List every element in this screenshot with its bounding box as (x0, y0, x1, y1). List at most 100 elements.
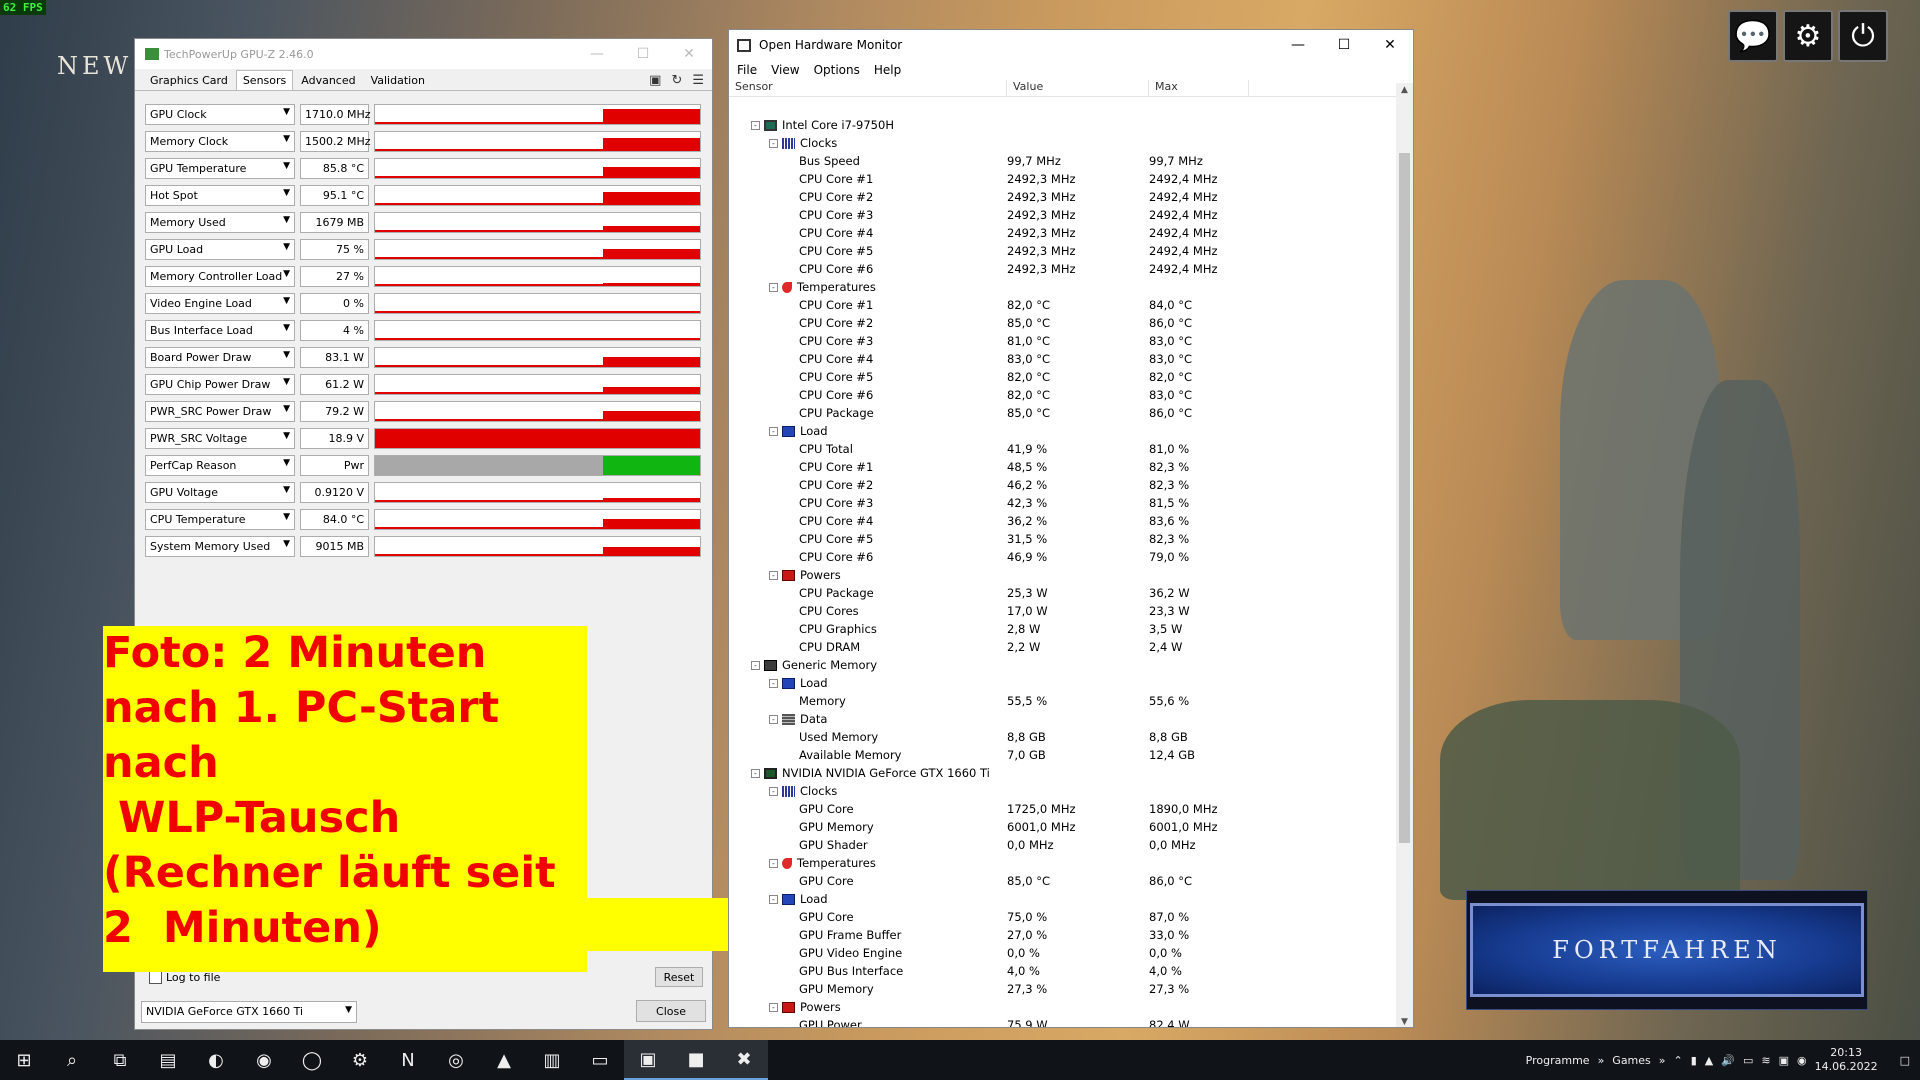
sensor-name-select[interactable]: GPU Clock ▼ (145, 104, 295, 125)
settings-gear-icon[interactable]: ⚙ (1783, 10, 1833, 62)
sensor-name-select[interactable]: PerfCap Reason ▼ (145, 455, 295, 476)
collapse-toggle-icon[interactable]: - (769, 786, 778, 796)
tree-row[interactable]: - Load (729, 890, 1397, 908)
tree-row[interactable]: CPU Package 25,3 W 36,2 W (729, 584, 1397, 602)
steam-tray-icon[interactable]: ◉ (1797, 1054, 1807, 1067)
menu-icon[interactable]: ☰ (692, 73, 704, 88)
collapse-toggle-icon[interactable]: - (751, 120, 760, 130)
tree-row[interactable]: CPU DRAM 2,2 W 2,4 W (729, 638, 1397, 656)
steam-icon[interactable]: ◎ (432, 1040, 480, 1080)
sensor-name-select[interactable]: Memory Controller Load ▼ (145, 266, 295, 287)
minimize-button[interactable]: — (574, 46, 620, 62)
collapse-toggle-icon[interactable]: - (769, 282, 778, 292)
tree-row[interactable]: CPU Core #1 48,5 % 82,3 % (729, 458, 1397, 476)
window-app-icon[interactable]: ▭ (576, 1040, 624, 1080)
file-explorer-icon[interactable]: ▤ (144, 1040, 192, 1080)
collapse-toggle-icon[interactable]: - (751, 768, 760, 778)
tree-row[interactable]: CPU Total 41,9 % 81,0 % (729, 440, 1397, 458)
collapse-toggle-icon[interactable]: - (769, 858, 778, 868)
tree-row[interactable]: CPU Core #2 2492,3 MHz 2492,4 MHz (729, 188, 1397, 206)
power-icon[interactable]: ⏻ (1838, 10, 1888, 62)
collapse-toggle-icon[interactable]: - (769, 714, 778, 724)
collapse-toggle-icon[interactable]: - (751, 660, 760, 670)
wifi-icon[interactable]: ≋ (1761, 1054, 1770, 1067)
tree-row[interactable]: - Load (729, 422, 1397, 440)
tree-row[interactable]: - Temperatures (729, 854, 1397, 872)
collapse-toggle-icon[interactable]: - (769, 1002, 778, 1012)
vertical-scrollbar[interactable]: ▲ ▼ (1396, 83, 1413, 1027)
maximize-button[interactable]: ☐ (1321, 37, 1367, 53)
sensor-name-select[interactable]: Hot Spot ▼ (145, 185, 295, 206)
opera-icon[interactable]: ◯ (288, 1040, 336, 1080)
tree-row[interactable]: CPU Core #3 42,3 % 81,5 % (729, 494, 1397, 512)
log-to-file-checkbox[interactable] (149, 971, 162, 984)
menu-view[interactable]: View (771, 63, 799, 77)
tree-row[interactable]: CPU Package 85,0 °C 86,0 °C (729, 404, 1397, 422)
collapse-toggle-icon[interactable]: - (769, 570, 778, 580)
collapse-toggle-icon[interactable]: - (769, 678, 778, 688)
gpu-z-taskbar-icon[interactable]: ▣ (624, 1040, 672, 1080)
close-button[interactable]: ✕ (666, 46, 712, 62)
tree-row[interactable]: Bus Speed 99,7 MHz 99,7 MHz (729, 152, 1397, 170)
notes-app-icon[interactable]: N (384, 1040, 432, 1080)
show-hidden-icons-icon[interactable]: ⌃ (1674, 1054, 1683, 1067)
tree-row[interactable]: CPU Core #6 82,0 °C 83,0 °C (729, 386, 1397, 404)
sensor-name-select[interactable]: Bus Interface Load ▼ (145, 320, 295, 341)
sensor-name-select[interactable]: System Memory Used ▼ (145, 536, 295, 557)
tree-row[interactable]: CPU Core #5 82,0 °C 82,0 °C (729, 368, 1397, 386)
tree-row[interactable]: - Powers (729, 998, 1397, 1016)
column-max[interactable]: Max (1149, 80, 1249, 96)
tree-row[interactable]: - Temperatures (729, 278, 1397, 296)
app-icon[interactable]: ⚙ (336, 1040, 384, 1080)
tree-row[interactable]: CPU Graphics 2,8 W 3,5 W (729, 620, 1397, 638)
tree-row[interactable]: CPU Core #4 2492,3 MHz 2492,4 MHz (729, 224, 1397, 242)
tab-graphics-card[interactable]: Graphics Card (143, 70, 235, 90)
clock[interactable]: 20:13 14.06.2022 (1815, 1046, 1878, 1074)
tree-row[interactable]: Used Memory 8,8 GB 8,8 GB (729, 728, 1397, 746)
toolbar-games[interactable]: Games (1612, 1054, 1650, 1067)
tree-row[interactable]: - Clocks (729, 782, 1397, 800)
tree-row[interactable]: GPU Core 75,0 % 87,0 % (729, 908, 1397, 926)
game-taskbar-icon[interactable]: ✖ (720, 1040, 768, 1080)
tree-row[interactable]: GPU Video Engine 0,0 % 0,0 % (729, 944, 1397, 962)
tree-row[interactable]: CPU Core #6 2492,3 MHz 2492,4 MHz (729, 260, 1397, 278)
camera-icon[interactable]: ▣ (649, 73, 661, 88)
sensor-name-select[interactable]: PWR_SRC Power Draw ▼ (145, 401, 295, 422)
tree-row[interactable]: CPU Core #4 36,2 % 83,6 % (729, 512, 1397, 530)
tree-row[interactable]: CPU Core #3 2492,3 MHz 2492,4 MHz (729, 206, 1397, 224)
sensor-name-select[interactable]: CPU Temperature ▼ (145, 509, 295, 530)
nvidia-tray-icon[interactable]: ▲ (1705, 1054, 1713, 1067)
toolbar-programs[interactable]: Programme (1526, 1054, 1590, 1067)
menu-file[interactable]: File (737, 63, 757, 77)
tree-row[interactable]: - Data (729, 710, 1397, 728)
tree-row[interactable]: CPU Core #3 81,0 °C 83,0 °C (729, 332, 1397, 350)
tree-row[interactable]: CPU Core #2 46,2 % 82,3 % (729, 476, 1397, 494)
tree-row[interactable]: CPU Core #5 2492,3 MHz 2492,4 MHz (729, 242, 1397, 260)
tree-row[interactable]: GPU Memory 6001,0 MHz 6001,0 MHz (729, 818, 1397, 836)
search-icon[interactable]: ⌕ (48, 1040, 96, 1080)
sensor-name-select[interactable]: GPU Load ▼ (145, 239, 295, 260)
tree-row[interactable]: - Load (729, 674, 1397, 692)
maps-app-icon[interactable]: ▲ (480, 1040, 528, 1080)
menu-options[interactable]: Options (814, 63, 860, 77)
windows-start-icon[interactable]: ⊞ (0, 1040, 48, 1080)
sensor-name-select[interactable]: GPU Temperature ▼ (145, 158, 295, 179)
tree-row[interactable]: Memory 55,5 % 55,6 % (729, 692, 1397, 710)
tree-row[interactable]: Available Memory 7,0 GB 12,4 GB (729, 746, 1397, 764)
sensor-name-select[interactable]: GPU Chip Power Draw ▼ (145, 374, 295, 395)
scroll-down-icon[interactable]: ▼ (1396, 1017, 1413, 1027)
tree-row[interactable]: GPU Frame Buffer 27,0 % 33,0 % (729, 926, 1397, 944)
gpuz-titlebar[interactable]: TechPowerUp GPU-Z 2.46.0 — ☐ ✕ (135, 39, 712, 69)
sensor-name-select[interactable]: Memory Clock ▼ (145, 131, 295, 152)
task-view-icon[interactable]: ⧉ (96, 1040, 144, 1080)
ohm-titlebar[interactable]: Open Hardware Monitor — ☐ ✕ (729, 30, 1413, 60)
tree-row[interactable]: CPU Core #6 46,9 % 79,0 % (729, 548, 1397, 566)
reset-button[interactable]: Reset (655, 967, 703, 987)
tray-app-icon[interactable]: ▣ (1779, 1054, 1789, 1067)
edge-browser-icon[interactable]: ◐ (192, 1040, 240, 1080)
tree-row[interactable]: GPU Core 1725,0 MHz 1890,0 MHz (729, 800, 1397, 818)
chat-icon[interactable]: 💬 (1728, 10, 1778, 62)
tree-row[interactable]: CPU Core #4 83,0 °C 83,0 °C (729, 350, 1397, 368)
maximize-button[interactable]: ☐ (620, 46, 666, 62)
tree-row[interactable]: GPU Bus Interface 4,0 % 4,0 % (729, 962, 1397, 980)
